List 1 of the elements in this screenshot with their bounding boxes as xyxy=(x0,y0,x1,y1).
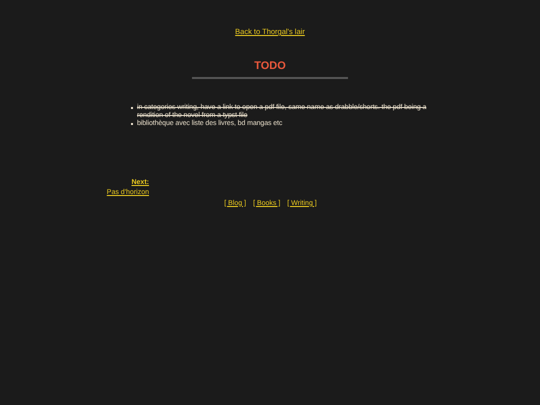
page-title: TODO xyxy=(254,59,286,74)
